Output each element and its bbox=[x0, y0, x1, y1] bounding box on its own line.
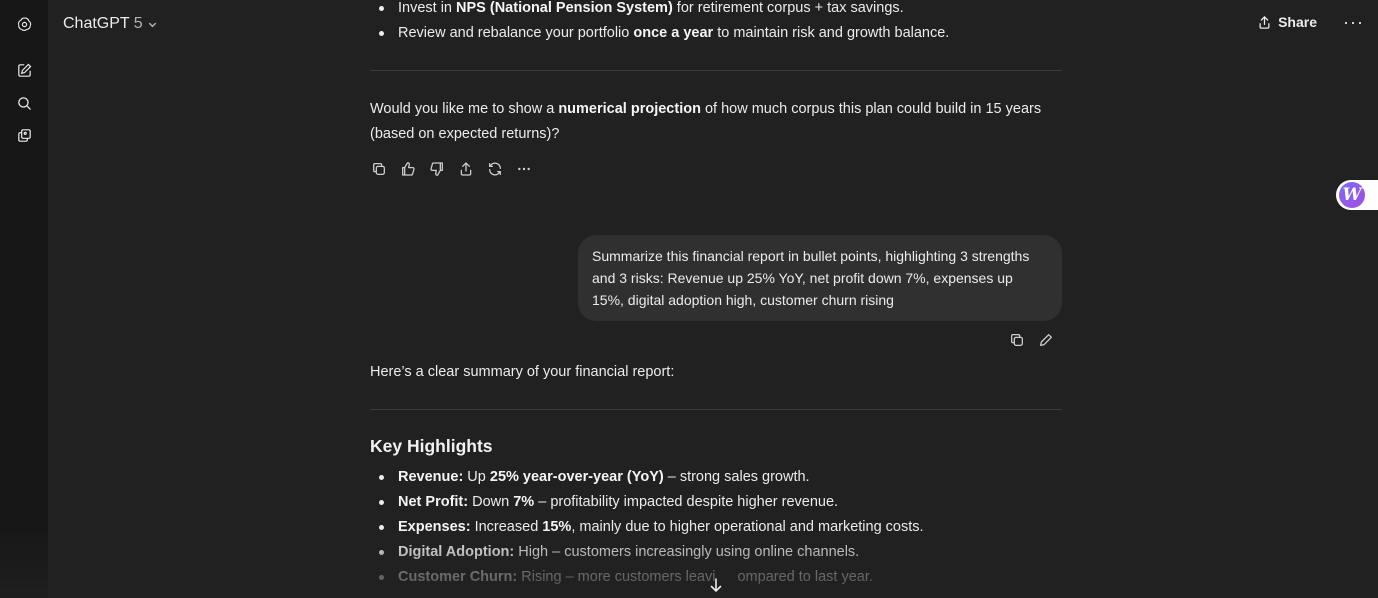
list-item: Expenses: Increased 15%, mainly due to h… bbox=[379, 515, 1062, 540]
model-name: ChatGPT bbox=[63, 15, 130, 32]
share-response-icon[interactable] bbox=[457, 158, 475, 180]
list-item: Review and rebalance your portfolio once… bbox=[379, 21, 1062, 46]
search-icon[interactable] bbox=[12, 91, 36, 115]
chevron-down-icon bbox=[148, 22, 156, 27]
list-item: Digital Adoption: High – customers incre… bbox=[379, 540, 1062, 565]
logo-icon[interactable] bbox=[12, 12, 36, 36]
assistant-actions bbox=[370, 158, 533, 180]
followup-question: Would you like me to show a numerical pr… bbox=[370, 101, 1042, 142]
share-label: Share bbox=[1278, 14, 1318, 30]
key-highlights-list: Revenue: Up 25% year-over-year (YoY) – s… bbox=[370, 465, 1062, 590]
scroll-down-icon[interactable] bbox=[704, 574, 728, 596]
answer-intro: Here’s a clear summary of your financial… bbox=[370, 364, 675, 380]
list-item: Customer Churn: Rising – more customers … bbox=[379, 565, 1062, 590]
copy-icon[interactable] bbox=[370, 158, 388, 180]
model-switcher[interactable]: ChatGPT 5 bbox=[54, 10, 167, 38]
header-actions: Share ··· bbox=[1247, 10, 1370, 34]
list-item: Invest in NPS (National Pension System) … bbox=[379, 0, 1062, 21]
divider bbox=[370, 70, 1062, 71]
more-actions-icon[interactable] bbox=[515, 158, 533, 180]
library-icon[interactable] bbox=[12, 123, 36, 147]
extension-logo-icon: W bbox=[1339, 182, 1365, 208]
user-message-actions bbox=[1008, 329, 1055, 351]
list-item: Net Profit: Down 7% – profitability impa… bbox=[379, 490, 1062, 515]
more-options-button[interactable]: ··· bbox=[1337, 12, 1370, 33]
share-button[interactable]: Share bbox=[1247, 10, 1327, 34]
divider bbox=[370, 409, 1062, 410]
section-heading: Key Highlights bbox=[370, 436, 493, 456]
list-item: Revenue: Up 25% year-over-year (YoY) – s… bbox=[379, 465, 1062, 490]
regenerate-icon[interactable] bbox=[486, 158, 504, 180]
model-version: 5 bbox=[133, 15, 143, 32]
extension-button[interactable]: W bbox=[1336, 180, 1378, 210]
sidebar-rail bbox=[0, 0, 48, 598]
thumbs-up-icon[interactable] bbox=[399, 158, 417, 180]
share-icon bbox=[1259, 15, 1270, 29]
thumbs-down-icon[interactable] bbox=[428, 158, 446, 180]
edit-icon[interactable] bbox=[1037, 329, 1055, 351]
copy-icon[interactable] bbox=[1008, 329, 1026, 351]
new-chat-icon[interactable] bbox=[12, 58, 36, 82]
previous-answer-list: Invest in NPS (National Pension System) … bbox=[370, 0, 1062, 46]
user-message-bubble: Summarize this financial report in bulle… bbox=[578, 235, 1062, 321]
